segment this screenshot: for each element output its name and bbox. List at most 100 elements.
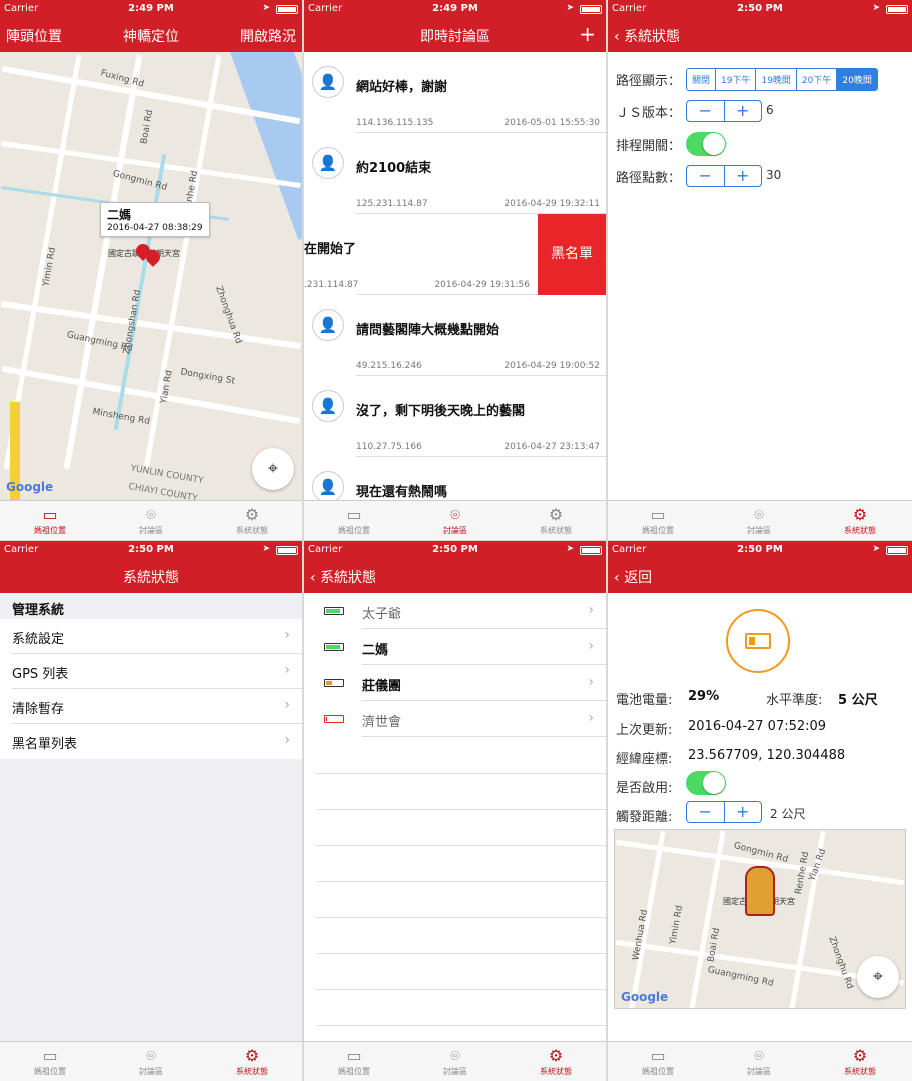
plus-button[interactable]: + [725,802,762,822]
list-item[interactable]: 👤 網站好棒，謝謝 114.136.115.135 2016-05-01 15:… [304,52,606,133]
list-item-blacklist[interactable]: 黑名單列表 › [0,724,302,759]
my-location-button[interactable]: ⌖ [857,956,899,998]
list-item-clear-cache[interactable]: 清除暫存 › [0,689,302,724]
my-location-button[interactable]: ⌖ [252,448,294,490]
route-segmented-control[interactable]: 關閉 19下午 19晚間 20下午 20晚間 [686,68,878,91]
tab-map[interactable]: ▭ 媽祖位置 [608,505,708,536]
schedule-label: 排程開關： [616,139,682,154]
device-map[interactable]: Gongmin Rd Renhe Rd Yian Rd Wenhua Rd Yi… [614,829,906,1009]
pin-icon: ⌾ [146,1046,156,1065]
tab-map[interactable]: ▭ 媽祖位置 [304,1046,404,1077]
minus-button[interactable]: − [687,166,725,186]
divider [316,881,606,882]
tab-map[interactable]: ▭ 媽祖位置 [608,1046,708,1077]
battery-icon [886,5,908,14]
js-stepper[interactable]: − + [686,100,762,122]
segment-20-afternoon[interactable]: 20下午 [795,69,836,90]
chevron-right-icon: › [588,710,594,726]
distance-stepper[interactable]: − + [686,801,762,823]
divider [316,953,606,954]
chevron-right-icon: › [588,674,594,690]
battery-label: 電池電量: [616,693,673,708]
tab-label: 討論區 [443,1067,467,1076]
updated-label: 上次更新: [616,723,673,738]
minus-button[interactable]: − [687,802,725,822]
google-logo: Google [621,990,669,1004]
gps-list: 太子爺 › 二媽 › 莊儀團 › 濟世會 › [304,593,606,1041]
message-text: 在開始了 [304,242,357,257]
segment-19-evening[interactable]: 19晚間 [755,69,795,90]
segment-20-evening[interactable]: 20晚間 [836,69,877,90]
list-item-system-settings[interactable]: 系統設定 › [0,619,302,654]
list-item[interactable]: 👤 請問藝閣陣大概幾點開始 49.215.16.246 2016-04-29 1… [304,295,606,376]
enabled-toggle[interactable] [686,771,726,795]
coords-label: 經緯座標: [616,752,673,767]
tab-discussion[interactable]: ⌾ 討論區 [405,505,505,536]
avatar-icon: 👤 [312,471,344,500]
phone-system-settings-screen: Carrier 2:50 PM ➤ ‹ 系統狀態 路徑顯示： 關閉 19下午 1… [608,0,912,540]
list-item-gps-list[interactable]: GPS 列表 › [0,654,302,689]
tab-discussion[interactable]: ⌾ 討論區 [709,505,809,536]
tab-system[interactable]: ⚙ 系統狀態 [202,505,302,536]
segment-off[interactable]: 關閉 [687,69,715,90]
tab-map[interactable]: ▭ 媽祖位置 [304,505,404,536]
back-button[interactable]: ‹ 返回 [614,567,652,587]
list-item[interactable]: 👤 現在還有熱鬧嗎 [304,457,606,500]
message-time: 2016-04-27 23:13:47 [504,442,600,452]
road [63,54,143,470]
screenshot-grid: Carrier 2:49 PM ➤ 陣頭位置 神轎定位 開啟路況 Fuxing … [0,0,912,1081]
message-list[interactable]: 👤 網站好棒，謝謝 114.136.115.135 2016-05-01 15:… [304,52,606,500]
minus-button[interactable]: − [687,101,725,121]
list-item[interactable]: 太子爺 › [304,593,606,629]
battery-fill [326,609,340,613]
blacklist-button[interactable]: 黑名單 [538,214,606,295]
tab-discussion[interactable]: ⌾ 討論區 [101,505,201,536]
pin-icon: ⌾ [450,505,460,524]
accuracy-value: 5 公尺 [838,693,878,708]
enabled-label: 是否啟用: [616,781,673,796]
back-label: 系統狀態 [624,29,681,45]
avatar-icon: 👤 [312,309,344,341]
tab-discussion[interactable]: ⌾ 討論區 [405,1046,505,1077]
plus-button[interactable]: + [725,101,762,121]
tab-discussion[interactable]: ⌾ 討論區 [101,1046,201,1077]
add-post-button[interactable]: + [579,22,596,46]
back-button[interactable]: ‹ 系統狀態 [614,26,680,46]
location-arrow-icon: ➤ [262,544,270,554]
list-item[interactable]: 莊儀團 › [304,665,606,701]
status-time: 2:49 PM [432,3,478,14]
traffic-toggle-button[interactable]: 開啟路況 [240,26,296,46]
location-arrow-icon: ➤ [262,3,270,13]
tab-system[interactable]: ⚙ 系統狀態 [202,1046,302,1077]
mazu-figure-icon[interactable] [745,866,775,916]
list-item-swiped[interactable]: 在開始了 .231.114.87 2016-04-29 19:31:56 黑名單 [304,214,606,295]
gear-icon: ⚙ [244,505,260,524]
list-item[interactable]: 二媽 › [304,629,606,665]
points-stepper[interactable]: − + [686,165,762,187]
tab-map[interactable]: ▭ 媽祖位置 [0,505,100,536]
map-label: Boai Rd [139,109,156,145]
tab-map[interactable]: ▭ 媽祖位置 [0,1046,100,1077]
map-view[interactable]: Fuxing Rd Gongmin Rd Renhe Rd Boai Rd Yi… [0,52,302,500]
tab-system[interactable]: ⚙ 系統狀態 [506,1046,606,1077]
list-item[interactable]: 👤 沒了，剩下明後天晚上的藝閣 110.27.75.166 2016-04-27… [304,376,606,457]
tab-discussion[interactable]: ⌾ 討論區 [709,1046,809,1077]
tab-label: 媽祖位置 [34,526,66,535]
item-label: 清除暫存 [12,702,65,717]
back-button[interactable]: ‹ 系統狀態 [310,567,376,587]
list-item[interactable]: 濟世會 › [304,701,606,737]
marker-callout[interactable]: 二媽 2016-04-27 08:38:29 [100,202,210,237]
map-label: YUNLIN COUNTY [129,463,205,487]
schedule-toggle[interactable] [686,132,726,156]
pin-icon: ⌾ [146,505,156,524]
segment-19-afternoon[interactable]: 19下午 [715,69,755,90]
points-value: 30 [766,168,782,182]
tab-system[interactable]: ⚙ 系統狀態 [506,505,606,536]
tab-system[interactable]: ⚙ 系統狀態 [810,505,910,536]
tab-system[interactable]: ⚙ 系統狀態 [810,1046,910,1077]
item-label: 系統設定 [12,632,65,647]
chevron-right-icon: › [284,732,290,748]
message-time: 2016-04-29 19:00:52 [504,361,600,371]
plus-button[interactable]: + [725,166,762,186]
list-item[interactable]: 👤 約2100結束 125.231.114.87 2016-04-29 19:3… [304,133,606,214]
